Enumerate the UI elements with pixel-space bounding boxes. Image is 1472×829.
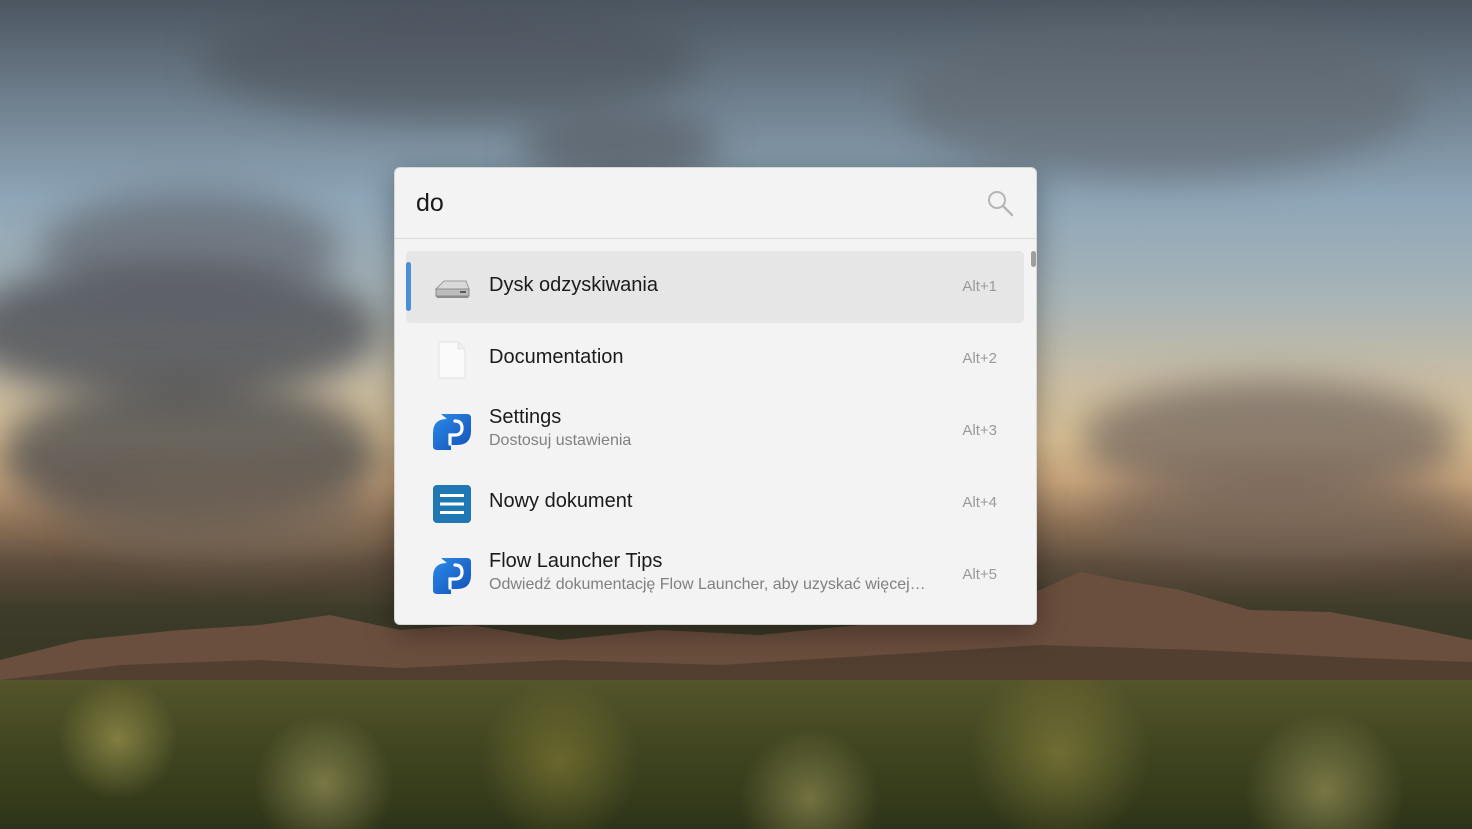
result-hotkey: Alt+2 xyxy=(962,350,997,367)
selection-indicator xyxy=(406,262,411,311)
result-subtitle: Odwiedź dokumentację Flow Launcher, aby … xyxy=(489,576,926,593)
result-item-dysk-odzyskiwania[interactable]: Dysk odzyskiwania Alt+1 xyxy=(406,251,1024,323)
search-input[interactable] xyxy=(416,182,976,224)
search-bar xyxy=(395,168,1036,239)
result-hotkey: Alt+1 xyxy=(962,278,997,295)
result-title: Documentation xyxy=(489,346,624,368)
blank-file-icon xyxy=(431,339,473,381)
result-title: Nowy dokument xyxy=(489,490,633,512)
result-item-settings[interactable]: Settings Dostosuj ustawienia Alt+3 xyxy=(406,395,1024,467)
result-hotkey: Alt+3 xyxy=(962,422,997,439)
result-hotkey: Alt+4 xyxy=(962,494,997,511)
document-lines-icon xyxy=(431,483,473,525)
flow-launcher-icon xyxy=(431,555,473,597)
result-title: Flow Launcher Tips xyxy=(489,550,663,572)
result-item-flow-launcher-tips[interactable]: Flow Launcher Tips Odwiedź dokumentację … xyxy=(406,539,1024,611)
result-item-nowy-dokument[interactable]: Nowy dokument Alt+4 xyxy=(406,467,1024,539)
scrollbar-thumb[interactable] xyxy=(1031,251,1036,267)
result-subtitle: Dostosuj ustawienia xyxy=(489,432,632,449)
launcher-window: Dysk odzyskiwania Alt+1 Documentation Al… xyxy=(394,167,1037,625)
flow-launcher-icon xyxy=(431,411,473,453)
results-list: Dysk odzyskiwania Alt+1 Documentation Al… xyxy=(395,239,1036,611)
result-title: Settings xyxy=(489,406,562,428)
search-icon[interactable] xyxy=(986,189,1014,217)
result-item-documentation[interactable]: Documentation Alt+2 xyxy=(406,323,1024,395)
drive-icon xyxy=(431,267,473,309)
result-title: Dysk odzyskiwania xyxy=(489,274,658,296)
result-hotkey: Alt+5 xyxy=(962,566,997,583)
